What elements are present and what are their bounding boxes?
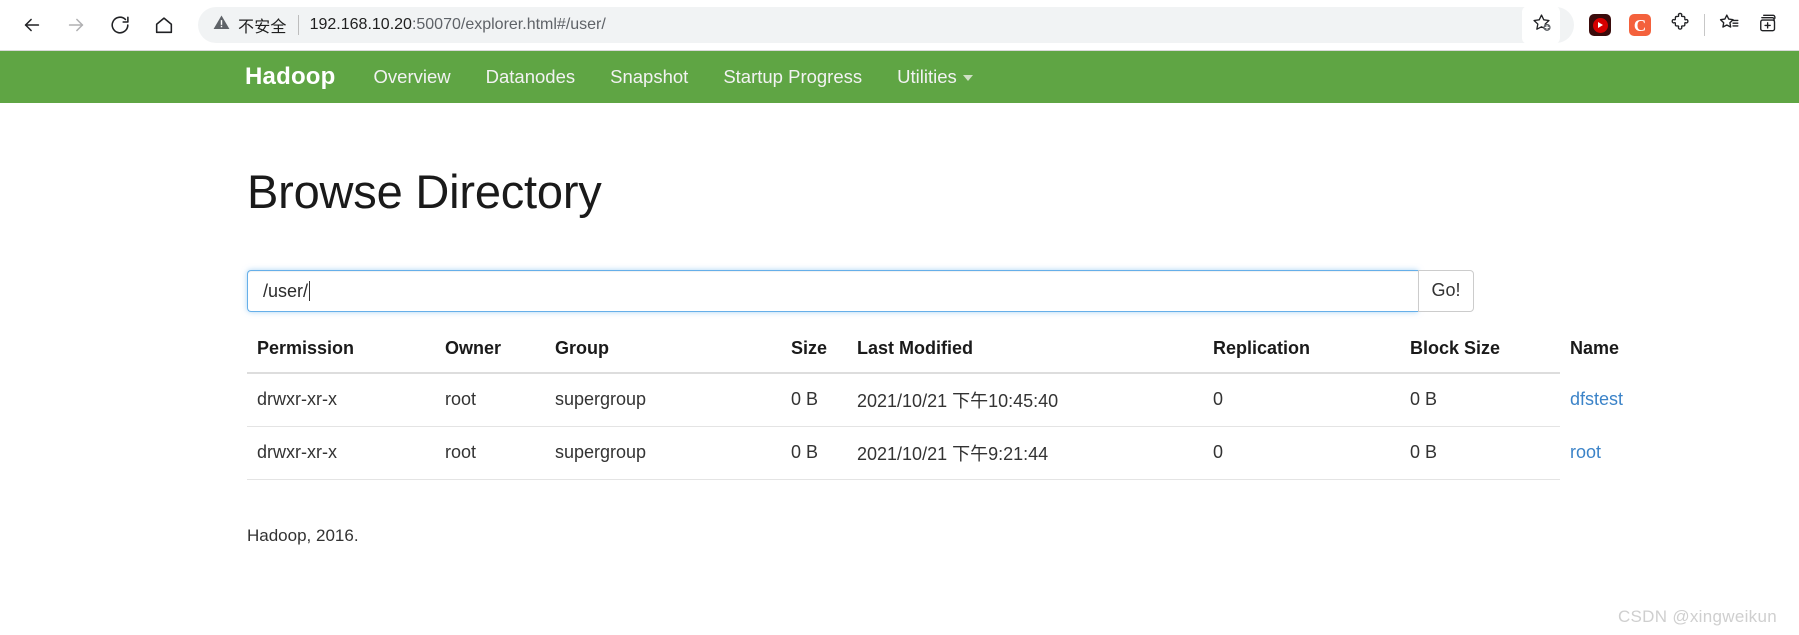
favorites-button[interactable]: [1709, 5, 1749, 45]
security-status-label: 不安全: [238, 19, 287, 36]
favorites-star-icon: [1718, 12, 1740, 39]
cell-last-modified: 2021/10/21 下午10:45:40: [847, 372, 1203, 427]
forward-button[interactable]: [54, 3, 98, 47]
url-host: 192.168.10.20: [309, 16, 412, 33]
column-header-last-modified[interactable]: Last Modified: [847, 337, 1203, 374]
cell-replication: 0: [1203, 372, 1400, 427]
watermark: CSDN @xingweikun: [1617, 607, 1777, 626]
add-favorite-button[interactable]: [1522, 6, 1560, 44]
nav-item-overview[interactable]: Overview: [374, 67, 451, 87]
column-header-size[interactable]: Size: [781, 337, 847, 374]
reload-button[interactable]: [98, 3, 142, 47]
directory-table: Permission Owner Group Size Last Modifie…: [247, 337, 1623, 480]
cell-group: supergroup: [545, 426, 781, 480]
go-button[interactable]: Go!: [1418, 269, 1474, 312]
cell-replication: 0: [1203, 426, 1400, 480]
nav-item-utilities-label: Utilities: [897, 65, 957, 87]
arrow-left-icon: [21, 14, 43, 36]
directory-link-root[interactable]: root: [1570, 442, 1601, 462]
nav-item-utilities[interactable]: Utilities: [897, 65, 973, 87]
cell-group: supergroup: [545, 372, 781, 427]
column-header-block-size[interactable]: Block Size: [1400, 337, 1560, 374]
table-row: drwxr-xr-x root supergroup 0 B 2021/10/2…: [247, 372, 1623, 427]
hadoop-brand[interactable]: Hadoop: [245, 65, 336, 89]
nav-item-datanodes[interactable]: Datanodes: [486, 67, 575, 87]
omnibox-divider: [297, 15, 299, 35]
arrow-right-icon: [65, 14, 87, 36]
column-header-permission[interactable]: Permission: [247, 337, 435, 374]
column-header-owner[interactable]: Owner: [435, 337, 545, 374]
url-path: :50070/explorer.html#/user/: [411, 16, 606, 33]
home-button[interactable]: [142, 3, 186, 47]
reload-icon: [109, 14, 131, 36]
nav-item-snapshot[interactable]: Snapshot: [610, 67, 688, 87]
path-input[interactable]: /user/: [247, 269, 1418, 312]
toolbar-divider: [1704, 14, 1705, 36]
column-header-replication[interactable]: Replication: [1203, 337, 1400, 374]
text-cursor: [309, 280, 311, 301]
back-button[interactable]: [10, 3, 54, 47]
star-plus-icon: [1531, 12, 1552, 38]
page-content: Browse Directory /user/ Go! Permission O…: [0, 166, 1799, 546]
page-footer: Hadoop, 2016.: [247, 525, 359, 545]
cell-block-size: 0 B: [1400, 426, 1560, 480]
cell-permission: drwxr-xr-x: [247, 426, 435, 480]
extension-youtube-button[interactable]: [1580, 5, 1620, 45]
address-bar[interactable]: 不安全 192.168.10.20:50070/explorer.html#/u…: [198, 6, 1574, 44]
warning-triangle-icon[interactable]: [212, 13, 231, 37]
directory-link-dfstest[interactable]: dfstest: [1570, 389, 1623, 409]
puzzle-extensions-icon: [1670, 12, 1691, 38]
cell-size: 0 B: [781, 372, 847, 427]
browser-window: 不安全 192.168.10.20:50070/explorer.html#/u…: [0, 0, 1799, 635]
extension-c-button[interactable]: C: [1620, 5, 1660, 45]
cell-permission: drwxr-xr-x: [247, 372, 435, 427]
c-extension-icon: C: [1629, 14, 1651, 36]
table-header-row: Permission Owner Group Size Last Modifie…: [247, 337, 1619, 374]
nav-item-startup-progress[interactable]: Startup Progress: [723, 67, 862, 87]
path-form: /user/ Go!: [247, 269, 1474, 312]
page-title: Browse Directory: [247, 165, 602, 218]
url-text: 192.168.10.20:50070/explorer.html#/user/: [310, 16, 606, 34]
chevron-down-icon: [962, 74, 973, 81]
collections-icon: [1758, 12, 1780, 39]
collections-button[interactable]: [1749, 5, 1789, 45]
column-header-group[interactable]: Group: [545, 337, 781, 374]
cell-owner: root: [435, 372, 545, 427]
cell-last-modified: 2021/10/21 下午9:21:44: [847, 426, 1203, 480]
cell-block-size: 0 B: [1400, 372, 1560, 427]
cell-owner: root: [435, 426, 545, 480]
youtube-extension-icon: [1589, 14, 1611, 36]
hadoop-navbar: Hadoop Overview Datanodes Snapshot Start…: [0, 51, 1799, 103]
browser-toolbar: 不安全 192.168.10.20:50070/explorer.html#/u…: [0, 0, 1799, 51]
home-icon: [153, 14, 175, 36]
cell-size: 0 B: [781, 426, 847, 480]
path-input-value: /user/: [263, 280, 309, 301]
extensions-button[interactable]: [1660, 5, 1700, 45]
toolbar-extensions: C: [1580, 5, 1789, 45]
table-row: drwxr-xr-x root supergroup 0 B 2021/10/2…: [247, 426, 1601, 480]
